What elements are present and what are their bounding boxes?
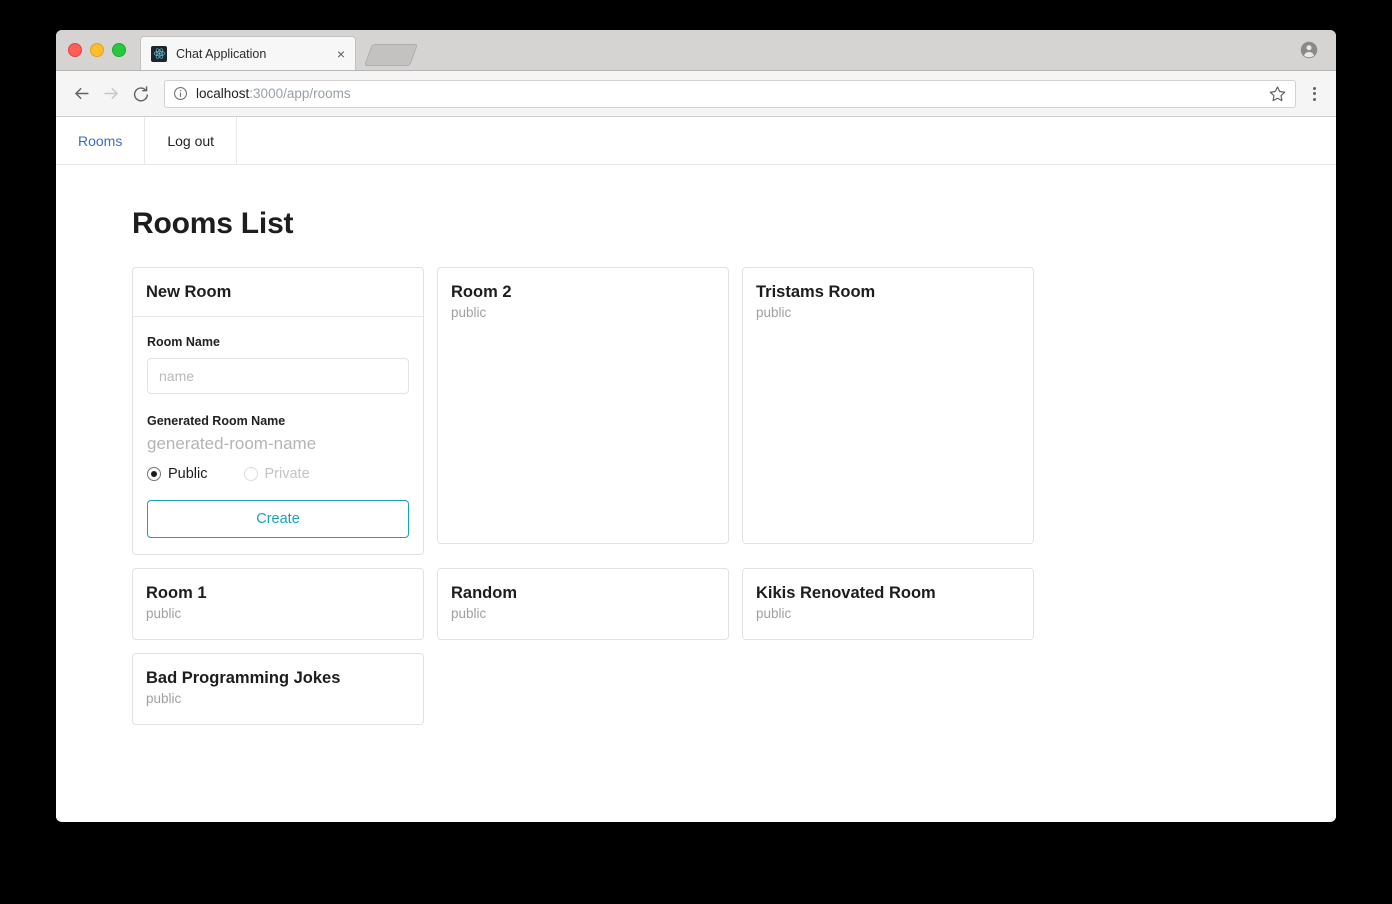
room-card-visibility: public	[756, 606, 792, 621]
react-logo-icon	[151, 45, 167, 62]
radio-private-indicator	[243, 467, 258, 481]
page-body: Rooms List New Room Room Name Generated …	[56, 165, 1336, 725]
close-tab-icon[interactable]: ×	[333, 46, 349, 62]
minimize-window-button[interactable]	[90, 43, 104, 57]
room-card-visibility: public	[756, 305, 792, 320]
room-card-name: Tristams Room	[756, 283, 876, 301]
page-viewport: Rooms Log out Rooms List New Room Room N…	[56, 117, 1336, 821]
page-title: Rooms List	[132, 207, 294, 240]
nav-item-rooms-label: Rooms	[78, 132, 123, 149]
three-dot-menu-icon[interactable]	[1302, 86, 1326, 101]
room-card-visibility: public	[451, 606, 487, 621]
room-card-name: Bad Programming Jokes	[146, 669, 341, 687]
nav-item-logout[interactable]: Log out	[145, 117, 238, 164]
room-card-name: Room 1	[146, 584, 207, 602]
visibility-radio-group: Public Private	[147, 466, 409, 482]
url-path: :3000/app/rooms	[249, 86, 351, 101]
rooms-grid: New Room Room Name Generated Room Name g…	[132, 267, 1044, 725]
room-card-name: Room 2	[451, 283, 512, 301]
room-card-visibility: public	[146, 691, 182, 706]
radio-option-public[interactable]: Public	[147, 466, 208, 482]
room-card-name: Kikis Renovated Room	[756, 584, 936, 602]
new-room-card-header: New Room	[133, 268, 423, 317]
forward-arrow-icon	[96, 79, 126, 109]
nav-item-rooms[interactable]: Rooms	[56, 117, 146, 164]
navbar-spacer	[237, 117, 1336, 164]
info-circle-icon[interactable]	[173, 86, 188, 101]
nav-item-logout-label: Log out	[167, 132, 215, 149]
radio-public-indicator[interactable]	[147, 467, 161, 481]
maximize-window-button[interactable]	[112, 43, 126, 57]
room-card[interactable]: Bad Programming Jokes public	[132, 653, 424, 725]
room-card-visibility: public	[146, 606, 182, 621]
address-bar-url: localhost:3000/app/rooms	[196, 86, 1269, 101]
new-room-form: Room Name Generated Room Name generated-…	[133, 317, 423, 554]
room-card[interactable]: Room 1 public	[132, 568, 424, 640]
close-window-button[interactable]	[68, 43, 82, 57]
reload-icon[interactable]	[126, 79, 156, 109]
url-host: localhost	[196, 86, 250, 101]
back-arrow-icon[interactable]	[66, 79, 96, 109]
profile-avatar-icon[interactable]	[1300, 41, 1318, 59]
room-card[interactable]: Tristams Room public	[742, 267, 1034, 544]
radio-private-label: Private	[264, 466, 310, 482]
room-card-visibility: public	[451, 305, 487, 320]
room-name-input[interactable]	[147, 358, 409, 394]
browser-window: Chat Application × localhost:3000/app/ro…	[56, 30, 1336, 822]
new-tab-button[interactable]	[363, 44, 419, 66]
room-card[interactable]: Kikis Renovated Room public	[742, 568, 1034, 640]
room-name-label: Room Name	[147, 335, 220, 349]
radio-public-label: Public	[168, 466, 208, 482]
browser-tab-strip: Chat Application ×	[56, 30, 1336, 71]
address-bar[interactable]: localhost:3000/app/rooms	[164, 79, 1296, 108]
generated-room-name-value: generated-room-name	[147, 434, 317, 453]
room-card[interactable]: Room 2 public	[437, 267, 729, 544]
generated-room-name-label: Generated Room Name	[147, 414, 286, 428]
create-room-button[interactable]: Create	[147, 500, 409, 538]
star-icon[interactable]	[1269, 85, 1287, 103]
window-traffic-lights	[68, 43, 126, 57]
radio-option-private: Private	[243, 466, 310, 482]
browser-toolbar: localhost:3000/app/rooms	[56, 71, 1336, 117]
room-card-name: Random	[451, 584, 517, 602]
room-card[interactable]: Random public	[437, 568, 729, 640]
app-navbar: Rooms Log out	[56, 117, 1336, 165]
browser-tab[interactable]: Chat Application ×	[140, 36, 356, 70]
new-room-card: New Room Room Name Generated Room Name g…	[132, 267, 424, 555]
browser-tab-title: Chat Application	[176, 46, 267, 61]
